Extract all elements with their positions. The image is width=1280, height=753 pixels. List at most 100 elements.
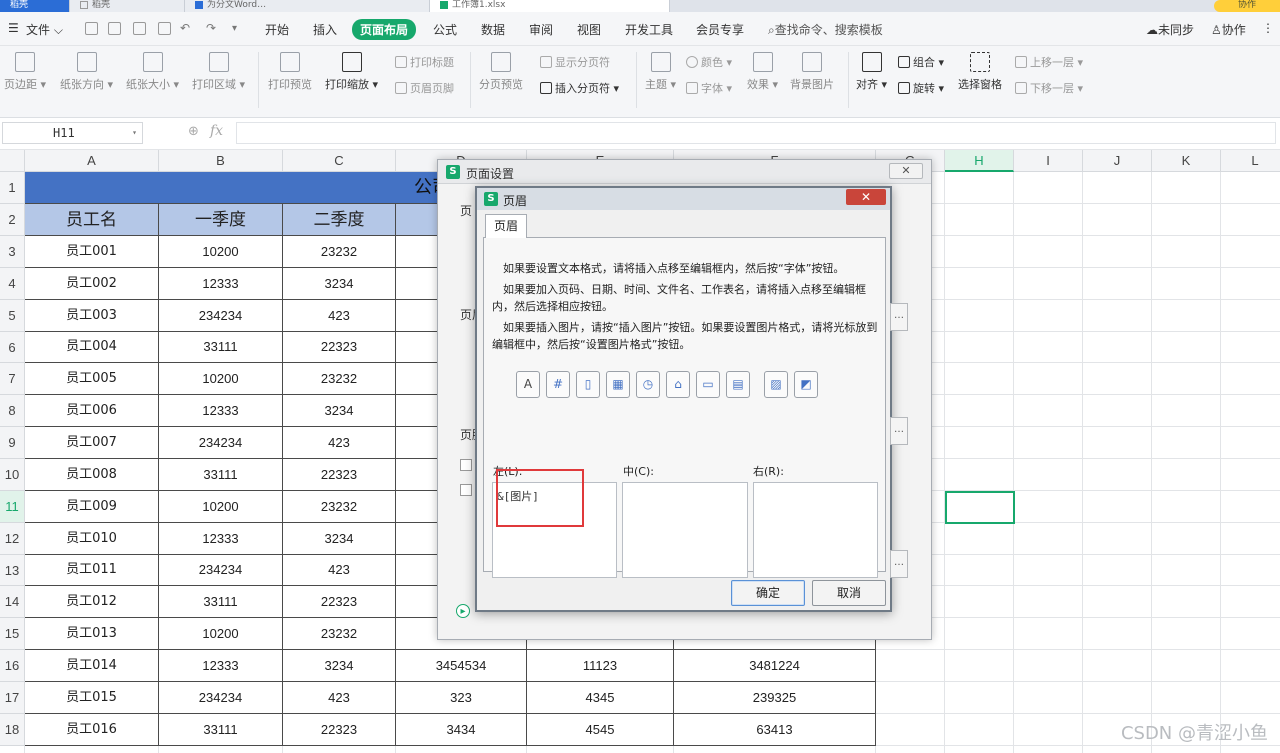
export-icon[interactable] [108, 22, 121, 35]
row-header[interactable]: 2 [0, 204, 25, 236]
doc-tab[interactable]: 稻壳 [70, 0, 185, 12]
page-number-icon[interactable]: # [546, 371, 570, 398]
table-cell[interactable]: 22323 [283, 459, 396, 491]
more-icon[interactable]: ⋮ [1262, 21, 1274, 35]
table-cell[interactable]: 22323 [283, 586, 396, 618]
name-box[interactable]: H11 ▾ [2, 122, 143, 144]
table-cell[interactable]: 4545 [527, 714, 674, 746]
tab-view[interactable]: 视图 [577, 21, 601, 38]
table-cell[interactable]: 12333 [159, 650, 283, 682]
table-cell[interactable]: 员工002 [25, 268, 159, 300]
table-cell[interactable]: 12333 [159, 395, 283, 427]
table-cell[interactable]: 3234 [283, 268, 396, 300]
quick-access-dropdown-icon[interactable]: ▾ [232, 23, 237, 34]
table-cell[interactable]: 423 [283, 682, 396, 714]
column-header-h[interactable]: H [945, 150, 1014, 172]
align-button[interactable]: 对齐 ▾ [856, 52, 887, 92]
preview-icon[interactable] [158, 22, 171, 35]
print-titles-button[interactable]: 打印标题 [395, 54, 454, 70]
paper-size-button[interactable]: 纸张大小 ▾ [126, 52, 179, 92]
row-header[interactable]: 4 [0, 268, 25, 300]
orientation-button[interactable]: 纸张方向 ▾ [60, 52, 113, 92]
ok-button[interactable]: 确定 [731, 580, 805, 606]
table-header-cell[interactable]: 员工名 [25, 204, 159, 236]
table-cell[interactable]: 3481224 [674, 650, 876, 682]
right-section-input[interactable] [753, 482, 878, 578]
page-break-preview-button[interactable]: 分页预览 [479, 52, 523, 92]
tab-formulas[interactable]: 公式 [433, 21, 457, 38]
table-cell[interactable]: 10200 [159, 491, 283, 523]
page-setup-close-button[interactable]: ✕ [889, 163, 923, 179]
page-setup-checkbox[interactable] [460, 484, 472, 496]
page-setup-tab-page[interactable]: 页 [460, 202, 472, 219]
zoom-icon[interactable]: ⊕ [188, 124, 199, 139]
table-cell[interactable]: 3434 [396, 714, 527, 746]
insert-picture-icon[interactable]: ▨ [764, 371, 788, 398]
table-cell[interactable]: 10200 [159, 236, 283, 268]
page-setup-ellipsis-button[interactable]: … [890, 303, 908, 331]
table-cell[interactable]: 10200 [159, 363, 283, 395]
table-cell[interactable]: 11123 [527, 650, 674, 682]
table-cell[interactable]: 33111 [159, 586, 283, 618]
table-cell[interactable]: 33111 [159, 332, 283, 363]
table-cell[interactable]: 10200 [159, 618, 283, 650]
table-cell[interactable]: 234234 [159, 555, 283, 586]
redo-icon[interactable]: ↷ [206, 21, 216, 35]
column-header-k[interactable]: K [1152, 150, 1221, 172]
table-cell[interactable]: 423 [283, 555, 396, 586]
print-scale-button[interactable]: 打印缩放 ▾ [325, 52, 378, 92]
table-cell[interactable]: 员工007 [25, 427, 159, 459]
row-header[interactable]: 16 [0, 650, 25, 682]
column-header-l[interactable]: L [1221, 150, 1280, 172]
doc-tab-active[interactable]: 工作簿1.xlsx [430, 0, 670, 12]
table-cell[interactable]: 员工010 [25, 523, 159, 555]
tab-header[interactable]: 页眉 [485, 214, 527, 238]
page-setup-ellipsis-button[interactable]: … [890, 550, 908, 578]
row-header[interactable]: 5 [0, 300, 25, 332]
collab-button[interactable]: ♙协作 [1211, 21, 1246, 38]
table-cell[interactable]: 63413 [674, 714, 876, 746]
table-cell[interactable]: 3454534 [396, 650, 527, 682]
row-header[interactable]: 10 [0, 459, 25, 491]
table-cell[interactable]: 员工012 [25, 586, 159, 618]
doc-tab[interactable]: 为分文Word… [185, 0, 430, 12]
show-breaks-checkbox[interactable]: 显示分页符 [540, 54, 610, 70]
table-cell[interactable]: 员工003 [25, 300, 159, 332]
table-cell[interactable]: 员工015 [25, 682, 159, 714]
table-cell[interactable]: 3234 [283, 395, 396, 427]
table-cell[interactable]: 员工005 [25, 363, 159, 395]
tab-developer[interactable]: 开发工具 [625, 21, 673, 38]
rotate-button[interactable]: 旋转 ▾ [898, 80, 944, 96]
background-image-button[interactable]: 背景图片 [790, 52, 834, 92]
tab-review[interactable]: 审阅 [529, 21, 553, 38]
row-header[interactable]: 1 [0, 172, 25, 204]
table-cell[interactable]: 员工009 [25, 491, 159, 523]
page-setup-ellipsis-button[interactable]: … [890, 417, 908, 445]
table-cell[interactable]: 23232 [283, 363, 396, 395]
table-cell[interactable]: 234234 [159, 427, 283, 459]
tab-page-layout[interactable]: 页面布局 [352, 19, 417, 40]
table-cell[interactable]: 员工006 [25, 395, 159, 427]
table-cell[interactable]: 423 [283, 300, 396, 332]
file-path-icon[interactable]: ⌂ [666, 371, 690, 398]
send-backward-button[interactable]: 下移一层 ▾ [1015, 80, 1083, 96]
table-cell[interactable]: 33111 [159, 459, 283, 491]
table-header-cell[interactable]: 一季度 [159, 204, 283, 236]
row-header[interactable]: 15 [0, 618, 25, 650]
table-cell[interactable]: 234234 [159, 682, 283, 714]
row-header[interactable]: 9 [0, 427, 25, 459]
file-menu[interactable]: 文件 ⌵ [26, 21, 63, 38]
margins-button[interactable]: 页边距 ▾ [4, 52, 46, 92]
print-icon[interactable] [133, 22, 146, 35]
colors-button[interactable]: 颜色 ▾ [686, 54, 732, 70]
close-icon[interactable]: ✕ [846, 189, 886, 205]
command-search[interactable]: ⌕查找命令、搜索模板 [768, 21, 883, 38]
row-header[interactable]: 13 [0, 555, 25, 586]
tips-icon[interactable]: ▸ [456, 604, 470, 618]
column-header-a[interactable]: A [25, 150, 159, 172]
table-cell[interactable]: 员工008 [25, 459, 159, 491]
tab-home[interactable]: 开始 [265, 21, 289, 38]
row-header[interactable]: 7 [0, 363, 25, 395]
table-cell[interactable]: 员工001 [25, 236, 159, 268]
table-cell[interactable]: 423 [283, 427, 396, 459]
